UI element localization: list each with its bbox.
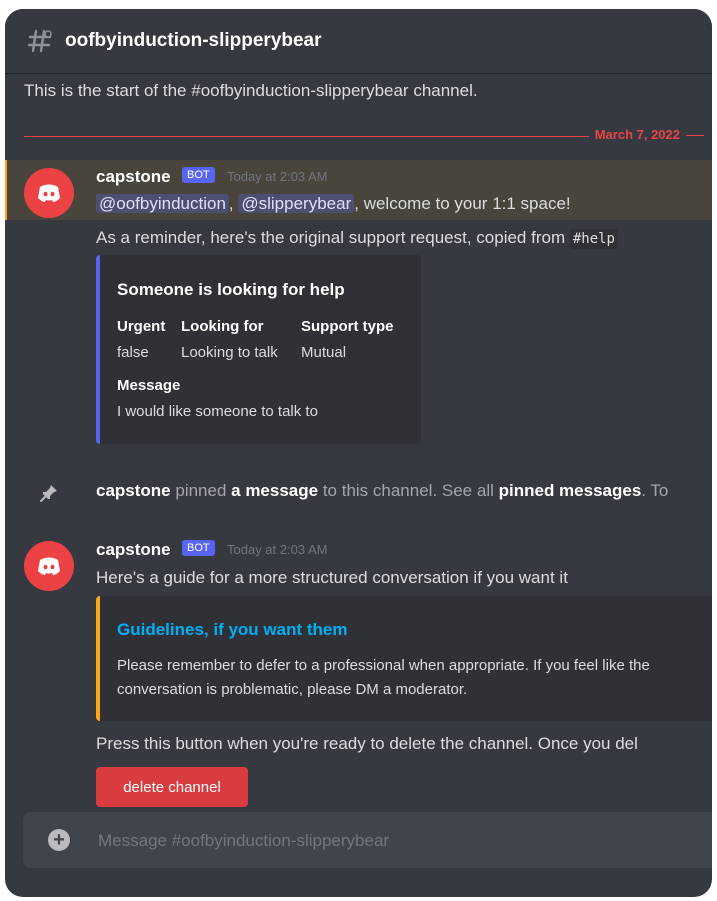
avatar[interactable] [24, 168, 74, 218]
date-divider-text: March 7, 2022 [594, 127, 680, 142]
message-timestamp: Today at 2:03 AM [227, 169, 328, 184]
date-divider-label: March 7, 2022 [588, 127, 712, 142]
discord-window: oofbyinduction-slipperybear This is the … [5, 9, 712, 897]
guidelines-description-line-2: conversation is problematic, please DM a… [117, 681, 468, 698]
reminder-text: As a reminder, here's the original suppo… [96, 228, 566, 247]
embed-accent-bar [96, 596, 100, 721]
guidelines-title[interactable]: Guidelines, if you want them [117, 620, 347, 640]
embed-accent-bar [96, 255, 100, 444]
help-channel-code: #help [569, 229, 618, 249]
field-value-looking-for: Looking to talk [181, 344, 278, 361]
message-input[interactable] [96, 828, 700, 854]
channel-header: oofbyinduction-slipperybear [5, 9, 712, 73]
plus-circle-icon[interactable]: + [48, 829, 70, 851]
pinned-message-link[interactable]: a message [231, 481, 318, 500]
discord-logo-icon [38, 557, 60, 575]
pin-pinned-text: pinned [170, 481, 232, 500]
message-author[interactable]: capstone [96, 540, 171, 560]
pin-tail-text: . To [641, 481, 669, 500]
pin-middle-text: to this channel. See all [318, 481, 499, 500]
message-composer: + [23, 812, 712, 868]
delete-channel-button[interactable]: delete channel [96, 767, 248, 807]
welcome-line: @oofbyinduction, @slipperybear, welcome … [96, 194, 571, 214]
channel-title: oofbyinduction-slipperybear [65, 30, 322, 51]
guidelines-description-line-1: Please remember to defer to a profession… [117, 657, 650, 674]
mention-oofbyinduction[interactable]: @oofbyinduction [96, 194, 229, 213]
avatar[interactable] [24, 541, 74, 591]
support-request-embed: Someone is looking for help Urgent false… [96, 255, 421, 444]
discord-logo-icon [38, 184, 60, 202]
reminder-line: As a reminder, here's the original suppo… [96, 228, 618, 249]
bot-tag: BOT [182, 167, 215, 183]
field-name-looking-for: Looking for [181, 318, 264, 335]
guide-intro-text: Here's a guide for a more structured con… [96, 568, 568, 587]
welcome-text: , welcome to your 1:1 space! [354, 194, 571, 213]
message-author[interactable]: capstone [96, 167, 171, 187]
pin-icon [40, 485, 57, 502]
mention-slipperybear[interactable]: @slipperybear [238, 194, 355, 213]
message-timestamp: Today at 2:03 AM [227, 542, 328, 557]
guidelines-embed: Guidelines, if you want them Please reme… [96, 596, 712, 721]
field-name-urgent: Urgent [117, 318, 166, 335]
field-name-support-type: Support type [301, 318, 394, 335]
pin-notice: capstone pinned a message to this channe… [96, 481, 668, 501]
field-value-urgent: false [117, 344, 149, 361]
delete-instruction-text: Press this button when you're ready to d… [96, 734, 638, 753]
field-value-message: I would like someone to talk to [117, 403, 318, 420]
embed-title: Someone is looking for help [117, 280, 345, 299]
mention-separator: , [228, 194, 234, 213]
pinned-messages-link[interactable]: pinned messages [499, 481, 642, 500]
channel-start-text: This is the start of the #oofbyinduction… [24, 81, 478, 100]
field-value-support-type: Mutual [301, 344, 347, 361]
pin-author[interactable]: capstone [96, 481, 171, 500]
bot-tag: BOT [182, 540, 215, 556]
channel-hash-icon [27, 29, 52, 53]
field-name-message: Message [117, 377, 181, 394]
